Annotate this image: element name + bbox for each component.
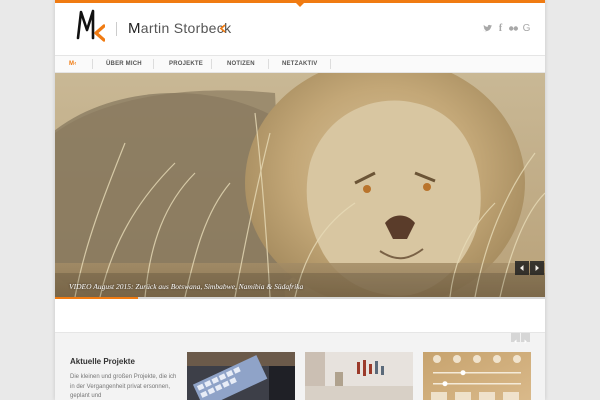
nav-separator — [211, 59, 212, 69]
nav-separator — [153, 59, 154, 69]
arrow-left-icon — [520, 265, 524, 271]
site-title[interactable]: Martin Storbeck — [128, 20, 231, 37]
slider-prev-button[interactable] — [515, 261, 529, 275]
facebook-icon[interactable]: f — [495, 23, 506, 34]
projects-description: Die kleinen und großen Projekte, die ich… — [70, 374, 177, 399]
projects-title[interactable]: Aktuelle Projekte — [70, 357, 135, 366]
project-thumb-keyboard[interactable] — [187, 352, 295, 400]
nav-separator — [330, 59, 331, 69]
project-thumb-room[interactable] — [305, 352, 413, 400]
site-title-initial: M — [128, 20, 141, 37]
nav-item-projekte[interactable]: PROJEKTE — [169, 56, 203, 72]
hero-slider[interactable]: VIDEO August 2015: Zurück aus Botswana, … — [55, 73, 545, 297]
mk-logo-icon[interactable] — [75, 8, 105, 44]
slider-progress-track — [55, 297, 545, 299]
nav-item-home[interactable]: M‹ — [69, 56, 76, 72]
google-icon[interactable]: G — [521, 23, 532, 34]
nav-item-netzaktiv[interactable]: NETZAKTIV — [282, 56, 317, 72]
slider-next-button[interactable] — [530, 261, 544, 275]
nav-item-notizen[interactable]: NOTIZEN — [227, 56, 255, 72]
project-thumb-control-center[interactable] — [423, 352, 531, 400]
projects-prev-button[interactable] — [511, 333, 520, 344]
twitter-icon[interactable] — [482, 23, 493, 34]
nav-separator — [92, 59, 93, 69]
arrow-right-icon — [524, 339, 527, 344]
main-nav: M‹ ÜBER MICH PROJEKTE NOTIZEN NETZAKTIV — [55, 55, 545, 73]
control-center-screenshot-image — [423, 352, 531, 400]
arrow-left-icon — [514, 339, 517, 344]
title-chevron-icon — [219, 24, 226, 33]
flickr-icon[interactable] — [508, 23, 519, 34]
header-divider — [116, 22, 117, 36]
room-photo-image — [305, 352, 413, 400]
nav-separator — [268, 59, 269, 69]
projects-next-button[interactable] — [521, 333, 530, 344]
slider-progress-fill — [55, 297, 139, 299]
hero-caption[interactable]: VIDEO August 2015: Zurück aus Botswana, … — [69, 282, 303, 291]
keyboard-photo-image — [187, 352, 295, 400]
site-title-rest: artin Storbeck — [140, 20, 232, 36]
page: Martin Storbeck f G M‹ ÜBER MICH PROJEKT… — [55, 0, 545, 400]
lion-in-grass-image — [55, 73, 545, 297]
arrow-right-icon — [535, 265, 539, 271]
top-notch-indicator — [296, 3, 304, 7]
nav-item-ueber-mich[interactable]: ÜBER MICH — [106, 56, 142, 72]
